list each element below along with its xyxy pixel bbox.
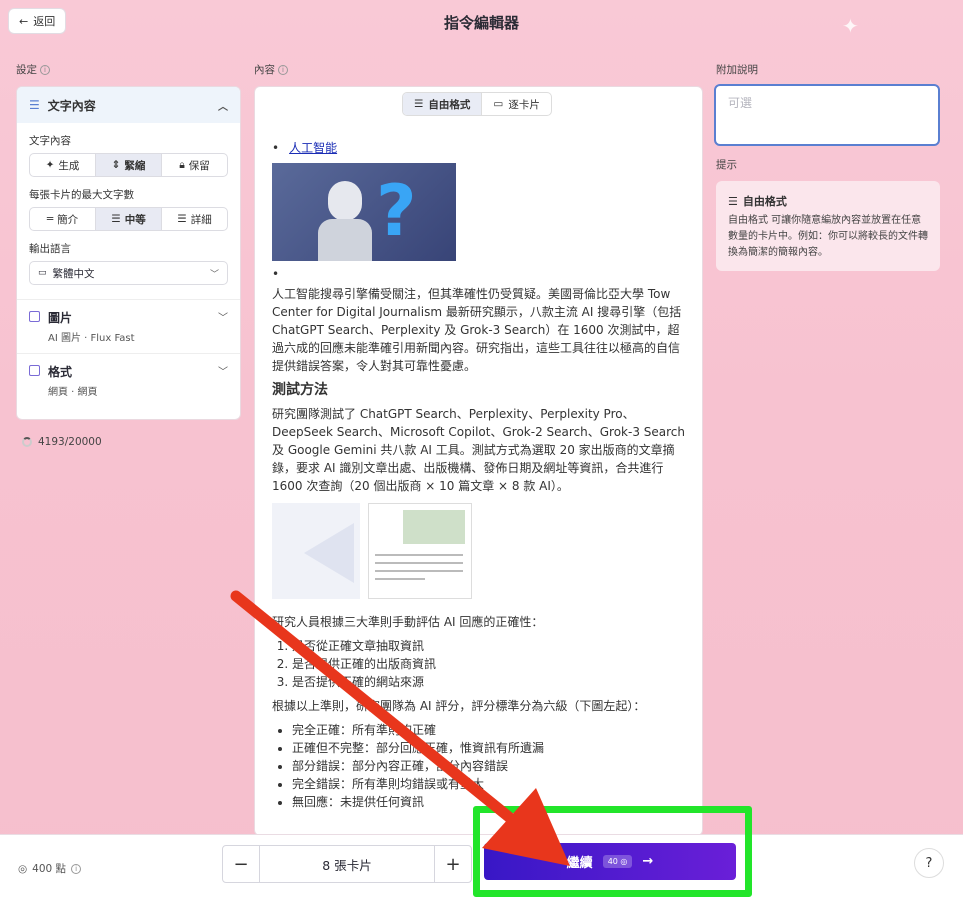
maxlen-brief[interactable]: ═ 簡介 xyxy=(30,208,96,230)
hint-label: 提示 xyxy=(716,159,737,171)
tab-freeform[interactable]: ☰ 自由格式 xyxy=(403,93,483,115)
robot-image: ? xyxy=(272,163,456,261)
lines-icon: ☰ xyxy=(111,213,121,225)
paragraph: 研究人員根據三大準則手動評估 AI 回應的正確性： xyxy=(272,615,544,629)
settings-panel: ☰ 文字內容 ︿ 文字內容 ✦ 生成 ⇕ 緊縮 🔒︎ 保留 每張卡片的最大文字數 ═ 簡… xyxy=(16,86,241,420)
extra-instructions-input[interactable]: 可選 xyxy=(714,84,940,146)
lines-icon: ═ xyxy=(46,213,54,225)
maxlen-detailed[interactable]: ☰ 詳細 xyxy=(162,208,227,230)
lang-label: 輸出語言 xyxy=(29,243,71,255)
section-heading: 測試方法 xyxy=(272,382,328,398)
language-select[interactable]: ▭ 繁體中文 ﹀ xyxy=(29,261,228,285)
criteria-list: 是否從正確文章抽取資訊 是否提供正確的出版商資訊 是否提供正確的網站來源 xyxy=(272,637,690,691)
list-item: 是否從正確文章抽取資訊 xyxy=(292,637,690,655)
content-label: 內容 i xyxy=(254,62,288,77)
paragraph: 根據以上準則，研究團隊為 AI 評分，評分標準分為六級（下圖左起）： xyxy=(272,699,646,713)
cost-badge: 40 ◎ xyxy=(602,855,633,868)
settings-label: 設定 i xyxy=(16,62,50,77)
text-icon: ☰ xyxy=(728,194,738,208)
content-tabs: ☰ 自由格式 ▭ 逐卡片 xyxy=(402,92,552,116)
text-icon: ☰ xyxy=(414,98,424,110)
progress-ring-icon xyxy=(22,437,32,447)
increment-button[interactable]: + xyxy=(435,846,471,882)
content-mode-generate[interactable]: ✦ 生成 xyxy=(30,154,96,176)
paragraph: 人工智能搜尋引擎備受關注，但其準確性仍受質疑。美國哥倫比亞大學 Tow Cent… xyxy=(272,287,682,373)
list-item: 是否提供正確的出版商資訊 xyxy=(292,655,690,673)
points-display: ◎ 400 點 i xyxy=(18,861,82,876)
list-item: 正確但不完整：部分回應正確，惟資訊有所遺漏 xyxy=(292,739,690,757)
card-icon: ▭ xyxy=(493,98,504,110)
sparkle-icon: ✦ xyxy=(842,14,859,38)
sparkle-icon: ✦ xyxy=(45,159,55,171)
document-body[interactable]: • 人工智能 ? • 人工智能搜尋引擎備受關注，但其準確性仍受質疑。美國哥倫比亞大… xyxy=(272,139,690,817)
chevron-down-icon: ﹀ xyxy=(218,313,228,324)
content-mode-condense[interactable]: ⇕ 緊縮 xyxy=(96,154,162,176)
list-item: 完全正確：所有準則均正確 xyxy=(292,721,690,739)
image-placeholder xyxy=(272,503,360,599)
image-icon xyxy=(29,311,40,322)
top-bar: ← 返回 指令編輯器 xyxy=(0,0,963,44)
card-count-value: 8 張卡片 xyxy=(259,846,435,882)
doc-link[interactable]: 人工智能 xyxy=(289,139,337,157)
lines-icon: ☰ xyxy=(177,213,187,225)
tab-per-card[interactable]: ▭ 逐卡片 xyxy=(482,93,550,115)
extra-label: 附加說明 xyxy=(716,64,758,76)
coin-icon: ◎ xyxy=(18,862,28,875)
format-section[interactable]: 格式 網頁 · 網頁 ﹀ xyxy=(17,353,240,407)
content-mode-label: 文字內容 xyxy=(29,135,71,147)
maxlen-selector: ═ 簡介 ☰ 中等 ☰ 詳細 xyxy=(29,207,228,231)
paragraph: 研究團隊測試了 ChatGPT Search、Perplexity、Perple… xyxy=(272,407,686,493)
list-item: 是否提供正確的網站來源 xyxy=(292,673,690,691)
continue-button[interactable]: 繼續 40 ◎ → xyxy=(484,843,736,880)
hint-text: 自由格式 可讓你隨意編放內容並放置在任意數量的卡片中。例如：你可以將較長的文件轉… xyxy=(728,215,928,258)
language-icon: ▭ xyxy=(38,268,47,278)
hint-card: ☰ 自由格式 自由格式 可讓你隨意編放內容並放置在任意數量的卡片中。例如：你可以將… xyxy=(716,181,940,271)
help-button[interactable]: ? xyxy=(914,848,944,878)
card-count-stepper: − 8 張卡片 + xyxy=(222,845,472,883)
decrement-button[interactable]: − xyxy=(223,846,259,882)
chevron-down-icon: ﹀ xyxy=(209,269,219,280)
char-counter: 4193/20000 xyxy=(22,436,102,448)
content-mode-selector: ✦ 生成 ⇕ 緊縮 🔒︎ 保留 xyxy=(29,153,228,177)
text-lines-icon: ☰ xyxy=(29,98,40,112)
chevron-up-icon: ︿ xyxy=(218,101,228,113)
image-screenshot xyxy=(368,503,472,599)
images-section[interactable]: 圖片 AI 圖片 · Flux Fast ﹀ xyxy=(17,299,240,353)
text-section-header[interactable]: ☰ 文字內容 ︿ xyxy=(17,87,240,123)
content-mode-keep[interactable]: 🔒︎ 保留 xyxy=(162,154,227,176)
chevron-down-icon: ﹀ xyxy=(218,367,228,378)
doc-images xyxy=(272,503,690,599)
maxlen-label: 每張卡片的最大文字數 xyxy=(29,189,134,201)
info-icon: i xyxy=(278,64,288,75)
grades-list: 完全正確：所有準則均正確 正確但不完整：部分回應正確，惟資訊有所遺漏 部分錯誤：… xyxy=(272,721,690,811)
lock-icon: 🔒︎ xyxy=(179,158,185,171)
page-title: 指令編輯器 xyxy=(443,14,519,32)
maxlen-medium[interactable]: ☰ 中等 xyxy=(96,208,162,230)
layout-icon xyxy=(29,365,40,376)
content-panel: ☰ 自由格式 ▭ 逐卡片 • 人工智能 ? • 人工智能搜尋引擎備受關注，但其準確性仍… xyxy=(254,86,703,836)
list-item: 部分錯誤：部分內容正確，部分內容錯誤 xyxy=(292,757,690,775)
compress-icon: ⇕ xyxy=(111,159,121,171)
info-icon: i xyxy=(71,863,82,874)
info-icon: i xyxy=(40,64,50,75)
arrow-right-icon: → xyxy=(642,854,654,869)
list-item: 完全錯誤：所有準則均錯誤或有重大 xyxy=(292,775,690,793)
